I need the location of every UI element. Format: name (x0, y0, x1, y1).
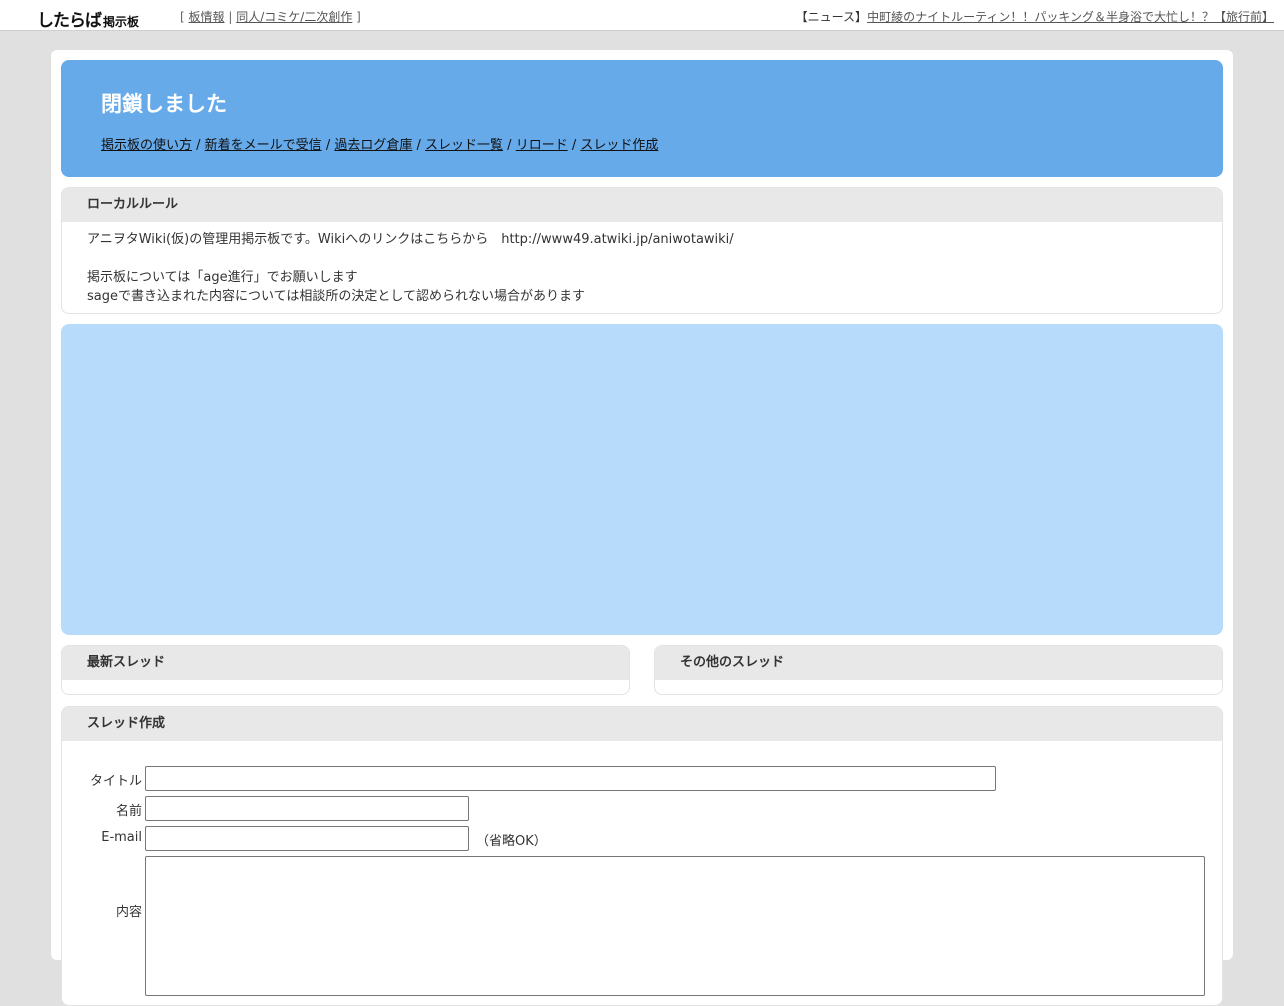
local-rules-box: ローカルルール アニヲタWiki(仮)の管理用掲示板です。Wikiへのリンクはこ… (61, 187, 1223, 314)
other-threads-heading: その他のスレッド (655, 646, 1222, 680)
other-threads-box: その他のスレッド (654, 645, 1223, 695)
board-header: 閉鎖しました 掲示板の使い方 / 新着をメールで受信 / 過去ログ倉庫 / スレ… (61, 60, 1223, 177)
title-input[interactable] (145, 766, 996, 791)
logo-main-text: したらば (37, 11, 102, 31)
content-textarea[interactable] (145, 856, 1205, 996)
name-input[interactable] (145, 796, 469, 821)
bracket-open: [ (180, 10, 185, 24)
local-rules-line: アニヲタWiki(仮)の管理用掲示板です。Wikiへのリンクはこちらから htt… (87, 232, 734, 247)
title-label: タイトル (89, 774, 142, 789)
email-optional-note: （省略OK） (476, 834, 547, 849)
news-ticker: 【ニュース】中町綾のナイトルーティン！！パッキング＆半身浴で大忙し！？【旅行前】 (796, 8, 1274, 25)
email-label: E-mail (101, 830, 142, 845)
latest-threads-box: 最新スレッド (61, 645, 630, 695)
main-container: 閉鎖しました 掲示板の使い方 / 新着をメールで受信 / 過去ログ倉庫 / スレ… (51, 50, 1233, 1006)
shitaraba-logo[interactable]: したらば 掲示板 (37, 6, 139, 31)
nav-separator: / (192, 138, 205, 153)
latest-threads-heading: 最新スレッド (62, 646, 629, 680)
nav-reload[interactable]: リロード (516, 138, 568, 153)
news-prefix: 【ニュース】 (795, 10, 868, 24)
board-links: [ 板情報 | 同人/コミケ/二次創作 ] (180, 8, 361, 25)
create-thread-box: スレッド作成 タイトル 名前 E-mail （省略OK） 内容 (61, 706, 1223, 1006)
local-rules-line: 掲示板については「age進行」でお願いします (87, 270, 358, 285)
top-bar: したらば 掲示板 [ 板情報 | 同人/コミケ/二次創作 ] 【ニュース】中町綾… (0, 0, 1284, 31)
content-label: 内容 (115, 905, 142, 920)
nav-separator: / (412, 138, 426, 153)
create-thread-heading: スレッド作成 (62, 707, 1222, 741)
local-rules-body: アニヲタWiki(仮)の管理用掲示板です。Wikiへのリンクはこちらから htt… (62, 222, 1222, 313)
news-link[interactable]: 中町綾のナイトルーティン！！パッキング＆半身浴で大忙し！？【旅行前】 (867, 10, 1274, 24)
nav-separator: / (321, 138, 335, 153)
category-link[interactable]: 同人/コミケ/二次創作 (236, 10, 352, 24)
board-nav: 掲示板の使い方 / 新着をメールで受信 / 過去ログ倉庫 / スレッド一覧 / … (101, 134, 658, 153)
board-info-link[interactable]: 板情報 (189, 10, 225, 24)
nav-separator: / (503, 138, 516, 153)
nav-separator: / (567, 138, 581, 153)
email-input[interactable] (145, 826, 469, 851)
nav-thread-list[interactable]: スレッド一覧 (425, 138, 503, 153)
nav-how-to-use[interactable]: 掲示板の使い方 (101, 138, 192, 153)
ad-banner[interactable] (61, 324, 1223, 635)
local-rules-line: sageで書き込まれた内容については相談所の決定として認められない場合があります (87, 289, 585, 304)
separator: | (228, 10, 233, 24)
nav-create-thread[interactable]: スレッド作成 (580, 138, 658, 153)
board-title: 閉鎖しました (101, 92, 227, 116)
nav-mail-subscribe[interactable]: 新着をメールで受信 (205, 138, 322, 153)
local-rules-heading: ローカルルール (62, 188, 1222, 222)
nav-archive[interactable]: 過去ログ倉庫 (334, 138, 412, 153)
bracket-close: ] (356, 10, 361, 24)
logo-sub-text: 掲示板 (103, 15, 140, 29)
name-label: 名前 (115, 804, 142, 819)
